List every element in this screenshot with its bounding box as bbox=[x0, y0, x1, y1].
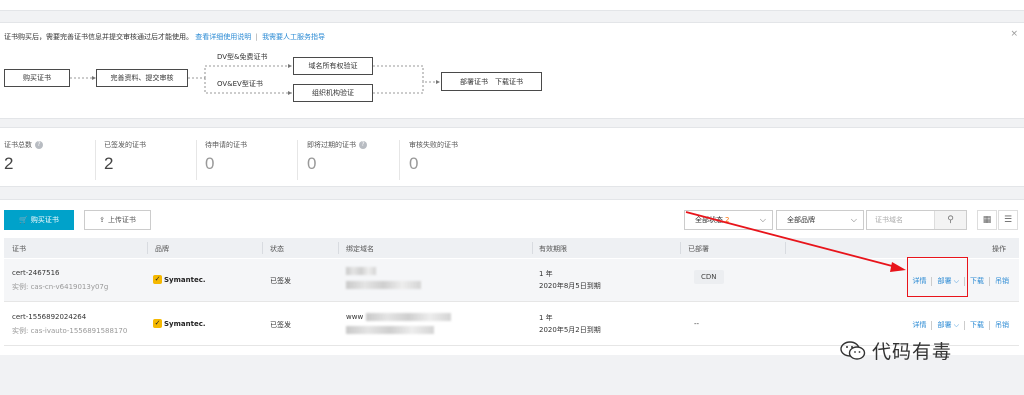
expiry-date: 2020年8月5日到期 bbox=[539, 282, 601, 290]
stat-label: 即将过期的证书 bbox=[307, 141, 356, 149]
chevron-down-icon: ⌵ bbox=[759, 215, 766, 224]
validity-period: 1 年 bbox=[539, 314, 553, 322]
cert-instance: 实例: cas-ivauto-1556891588170 bbox=[12, 327, 128, 335]
upload-cert-label: 上传证书 bbox=[107, 216, 136, 224]
stat-pending: 待申请的证书 0 bbox=[205, 140, 247, 174]
stat-label: 待申请的证书 bbox=[205, 141, 247, 149]
domain-prefix: www bbox=[346, 313, 364, 321]
chevron-down-icon: ⌵ bbox=[850, 215, 857, 224]
search-icon[interactable]: ⚲ bbox=[934, 211, 966, 229]
flow-step-buy: 购买证书 bbox=[4, 69, 70, 87]
divider bbox=[95, 140, 96, 180]
cert-status: 已签发 bbox=[270, 321, 291, 329]
buy-cert-button[interactable]: 🛒 购买证书 bbox=[4, 210, 74, 230]
brand-name: Symantec. bbox=[164, 319, 206, 328]
flow-step-complete-info: 完善资料、提交审核 bbox=[96, 69, 188, 87]
watermark: 代码有毒 bbox=[840, 337, 952, 364]
brand-filter-select[interactable]: 全部品牌 ⌵ bbox=[776, 210, 864, 230]
brand-filter-value: 全部品牌 bbox=[787, 216, 815, 224]
stat-total: 证书总数? 2 bbox=[4, 140, 43, 174]
search-placeholder: 证书域名 bbox=[875, 216, 903, 224]
stat-value: 2 bbox=[104, 154, 114, 173]
divider bbox=[297, 140, 298, 180]
expiry-date: 2020年5月2日到期 bbox=[539, 326, 601, 334]
flow-step-domain-verify: 域名所有权验证 bbox=[293, 57, 373, 75]
revoke-link[interactable]: 吊销 bbox=[995, 320, 1009, 330]
stat-label: 证书总数 bbox=[4, 141, 32, 149]
stat-value: 0 bbox=[307, 154, 317, 173]
brand-name: Symantec. bbox=[164, 275, 206, 284]
dv-cert-label: DV型&免费证书 bbox=[217, 53, 268, 61]
col-cert: 证书 bbox=[12, 245, 26, 253]
table-header: 证书 品牌 状态 绑定域名 有效期限 已部署 操作 bbox=[4, 238, 1019, 258]
col-status: 状态 bbox=[270, 245, 284, 253]
download-link[interactable]: 下载 bbox=[970, 276, 984, 286]
domain-redacted bbox=[346, 326, 434, 336]
brand-logo: ✓ Symantec. bbox=[153, 275, 206, 284]
divider bbox=[196, 140, 197, 180]
list-view-icon[interactable]: ☰ bbox=[998, 210, 1018, 230]
stat-label: 已签发的证书 bbox=[104, 141, 146, 149]
row-actions: 详情 部署 ⌵ 下载 吊销 bbox=[912, 320, 1009, 330]
cert-status: 已签发 bbox=[270, 277, 291, 285]
cert-name[interactable]: cert-2467516 bbox=[12, 269, 59, 277]
detail-link[interactable]: 详情 bbox=[912, 320, 926, 330]
wechat-icon bbox=[840, 340, 866, 361]
flow-step-deploy-download: 部署证书 下载证书 bbox=[441, 72, 542, 91]
status-filter-select[interactable]: 全部状态 2 ⌵ bbox=[684, 210, 773, 230]
status-filter-value: 全部状态 bbox=[695, 216, 723, 224]
top-strip bbox=[0, 0, 1024, 11]
stat-label: 审核失败的证书 bbox=[409, 141, 458, 149]
stats-panel: 证书总数? 2 已签发的证书 2 待申请的证书 0 即将过期的证书? 0 审核失… bbox=[0, 127, 1024, 187]
domain-redacted: www bbox=[346, 313, 452, 321]
stat-issued: 已签发的证书 2 bbox=[104, 140, 146, 174]
chevron-down-icon: ⌵ bbox=[953, 321, 959, 329]
stat-expiring: 即将过期的证书? 0 bbox=[307, 140, 367, 174]
symantec-check-icon: ✓ bbox=[153, 275, 162, 284]
deployed-value: -- bbox=[694, 320, 700, 328]
upload-icon: ⇪ bbox=[99, 216, 105, 224]
stat-value: 2 bbox=[4, 154, 14, 173]
search-input[interactable]: 证书域名 ⚲ bbox=[866, 210, 967, 230]
grid-view-icon[interactable]: ▦ bbox=[977, 210, 997, 230]
buy-cert-label: 购买证书 bbox=[30, 216, 59, 224]
col-domain: 绑定域名 bbox=[346, 245, 374, 253]
domain-redacted bbox=[346, 267, 376, 277]
flow-step-org-verify: 组织机构验证 bbox=[293, 84, 373, 102]
watermark-text: 代码有毒 bbox=[872, 341, 953, 363]
col-deployed: 已部署 bbox=[688, 245, 709, 253]
col-ops: 操作 bbox=[992, 245, 1006, 253]
cart-icon: 🛒 bbox=[19, 216, 28, 224]
validity-period: 1 年 bbox=[539, 270, 553, 278]
upload-cert-button[interactable]: ⇪ 上传证书 bbox=[84, 210, 151, 230]
cert-list-panel: 🛒 购买证书 ⇪ 上传证书 全部状态 2 ⌵ 全部品牌 ⌵ 证书域名 ⚲ ▦ ☰… bbox=[0, 199, 1024, 355]
domain-redacted bbox=[346, 281, 421, 291]
help-icon[interactable]: ? bbox=[359, 141, 367, 149]
deployed-badge: CDN bbox=[694, 270, 724, 284]
deploy-label: 部署 bbox=[937, 321, 952, 329]
status-count-badge: 2 bbox=[725, 216, 730, 224]
revoke-link[interactable]: 吊销 bbox=[995, 276, 1009, 286]
process-flow-panel: 证书购买后，需要完善证书信息并提交审核通过后才能使用。 查看详细使用说明 | 我… bbox=[0, 22, 1024, 119]
cert-instance: 实例: cas-cn-v6419013y07g bbox=[12, 283, 109, 291]
col-brand: 品牌 bbox=[155, 245, 169, 253]
download-link[interactable]: 下载 bbox=[970, 320, 984, 330]
highlight-box bbox=[907, 257, 968, 297]
table-row: cert-2467516 实例: cas-cn-v6419013y07g ✓ S… bbox=[4, 259, 1019, 302]
deploy-dropdown[interactable]: 部署 ⌵ bbox=[937, 320, 959, 330]
symantec-check-icon: ✓ bbox=[153, 319, 162, 328]
cert-name[interactable]: cert-1556892024264 bbox=[12, 313, 86, 321]
divider bbox=[399, 140, 400, 180]
col-validity: 有效期限 bbox=[539, 245, 567, 253]
stat-failed: 审核失败的证书 0 bbox=[409, 140, 458, 174]
stat-value: 0 bbox=[409, 154, 419, 173]
ov-ev-cert-label: OV&EV型证书 bbox=[217, 80, 263, 88]
help-icon[interactable]: ? bbox=[35, 141, 43, 149]
brand-logo: ✓ Symantec. bbox=[153, 319, 206, 328]
stat-value: 0 bbox=[205, 154, 215, 173]
